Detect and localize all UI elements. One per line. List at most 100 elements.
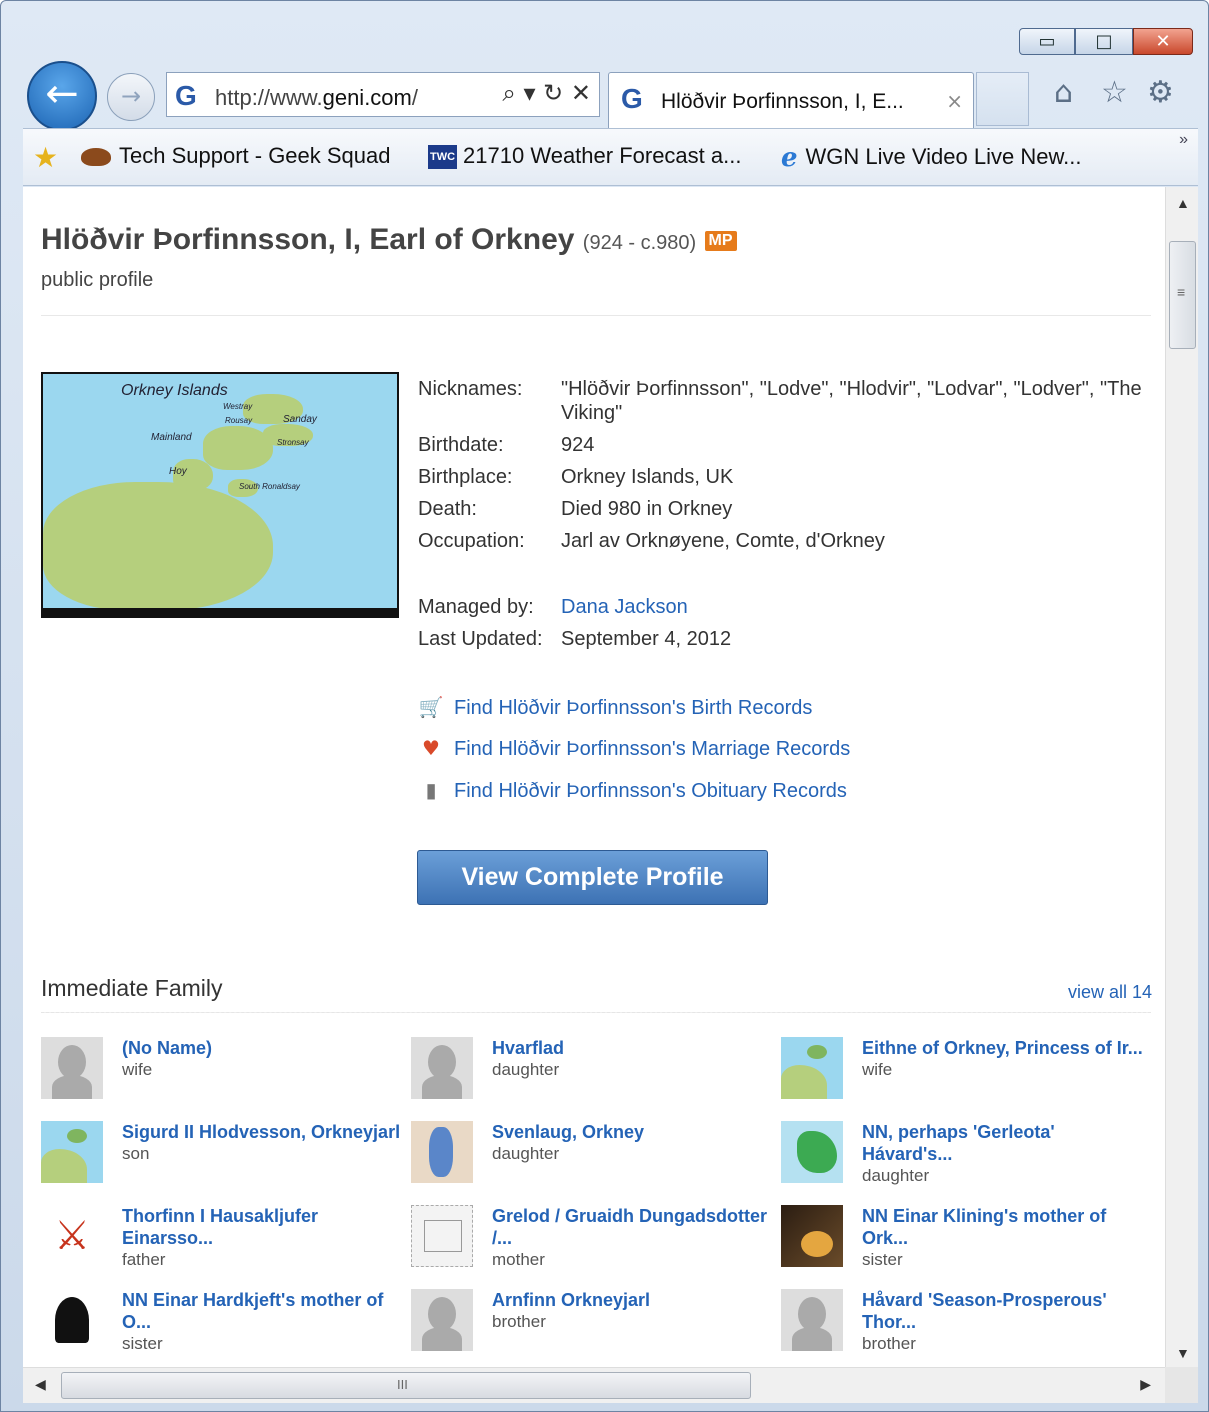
fact-key: Birthplace: <box>418 466 513 488</box>
member-name[interactable]: NN Einar Klining's mother of Ork... <box>862 1206 1106 1248</box>
fact-key: Birthdate: <box>418 434 504 456</box>
member-name[interactable]: Grelod / Gruaidh Dungadsdotter /... <box>492 1206 767 1248</box>
member-name[interactable]: Svenlaug, Orkney <box>492 1122 644 1142</box>
member-name[interactable]: Thorfinn I Hausakljufer Einarsso... <box>122 1206 318 1248</box>
page-content: Hlöðvir Þorfinnsson, I, Earl of Orkney (… <box>23 187 1165 1367</box>
avatar-silhouette[interactable] <box>411 1037 473 1099</box>
stroller-icon: 🛒 <box>418 695 444 719</box>
managed-label: Managed by: <box>418 596 534 618</box>
view-all-family-link[interactable]: view all 14 <box>1068 982 1152 1003</box>
family-member[interactable]: Arnfinn Orkneyjarl brother <box>411 1289 771 1367</box>
family-member[interactable]: Håvard 'Season-Prosperous' Thor... brothe… <box>781 1289 1141 1367</box>
avatar-silhouette[interactable] <box>41 1037 103 1099</box>
tab-close-icon[interactable]: × <box>946 89 963 113</box>
geni-favicon: G <box>175 80 197 111</box>
avatar-map[interactable] <box>781 1037 843 1099</box>
manager-link[interactable]: Dana Jackson <box>561 595 1151 619</box>
profile-photo-map[interactable]: Orkney Islands Westray Rousay Mainland S… <box>41 372 399 618</box>
scroll-corner <box>1165 1367 1198 1403</box>
settings-gear-icon[interactable]: ⚙ <box>1147 75 1174 110</box>
member-role: son <box>122 1144 150 1163</box>
member-role: brother <box>862 1334 916 1353</box>
family-member[interactable]: ⚔ Thorfinn I Hausakljufer Einarsso... fat… <box>41 1205 401 1285</box>
fact-value: Died 980 in Orkney <box>561 498 733 520</box>
avatar-silhouette[interactable] <box>411 1289 473 1351</box>
member-name[interactable]: Hvarflad <box>492 1038 564 1058</box>
vertical-scroll-thumb[interactable]: ≡ <box>1169 241 1196 349</box>
member-name[interactable]: Arnfinn Orkneyjarl <box>492 1290 650 1310</box>
fact-key: Occupation: <box>418 530 525 552</box>
avatar-silhouette[interactable] <box>781 1289 843 1351</box>
map-label: Westray <box>223 402 253 411</box>
family-member[interactable]: (No Name) wife <box>41 1037 401 1117</box>
member-role: mother <box>492 1250 545 1269</box>
obituary-records-link[interactable]: ▮ Find Hlöðvir Þorfinnsson's Obituary Rec… <box>418 778 846 803</box>
scroll-right-arrow-icon[interactable]: ▶ <box>1140 1376 1151 1393</box>
sword-icon[interactable]: ⚔ <box>41 1205 103 1267</box>
family-member[interactable]: NN Einar Klining's mother of Ork... siste… <box>781 1205 1141 1285</box>
marriage-records-link[interactable]: ♥ Find Hlöðvir Þorfinnsson's Marriage Rec… <box>418 736 850 761</box>
helmet-icon[interactable] <box>41 1289 103 1351</box>
birth-records-link[interactable]: 🛒 Find Hlöðvir Þorfinnsson's Birth Record… <box>418 695 813 720</box>
family-member[interactable]: NN Einar Hardkjeft's mother of O... siste… <box>41 1289 401 1367</box>
avatar-map[interactable] <box>411 1121 473 1183</box>
tab-title: Hlöðvir Þorfinnsson, I, E... <box>661 90 904 113</box>
favorites-star-icon[interactable]: ☆ <box>1101 75 1128 110</box>
avatar-photo[interactable] <box>781 1205 843 1267</box>
family-member[interactable]: Sigurd II Hlodvesson, Orkneyjarl son <box>41 1121 401 1201</box>
avatar-map[interactable] <box>41 1121 103 1183</box>
mp-badge[interactable]: MP <box>704 231 737 252</box>
horizontal-scroll-thumb[interactable]: III <box>61 1372 751 1399</box>
family-member[interactable]: NN, perhaps 'Gerleota' Hávard's... daught… <box>781 1121 1141 1201</box>
member-name[interactable]: Håvard 'Season-Prosperous' Thor... <box>862 1290 1107 1332</box>
avatar-map[interactable] <box>781 1121 843 1183</box>
twc-icon: TWC <box>428 145 458 170</box>
scroll-up-arrow-icon[interactable]: ▲ <box>1176 195 1190 211</box>
family-member[interactable]: Grelod / Gruaidh Dungadsdotter /... mothe… <box>411 1205 771 1285</box>
family-member[interactable]: Svenlaug, Orkney daughter <box>411 1121 771 1201</box>
favorite-geek-squad[interactable]: Tech Support - Geek Squad <box>81 143 391 169</box>
ie-page-icon: e <box>781 143 798 173</box>
horizontal-scrollbar[interactable]: ◀ III ▶ <box>23 1367 1165 1403</box>
geek-squad-icon <box>81 148 111 167</box>
add-favorites-icon[interactable]: ★ <box>33 141 58 174</box>
member-name[interactable]: (No Name) <box>122 1038 212 1058</box>
address-tools[interactable]: ⌕ ▾ ↻ ✕ <box>502 79 591 107</box>
map-label: South Ronaldsay <box>239 482 300 491</box>
forward-button[interactable]: → <box>107 73 155 121</box>
member-role: sister <box>122 1334 163 1353</box>
view-complete-profile-button[interactable]: View Complete Profile <box>417 850 768 905</box>
member-name[interactable]: Sigurd II Hlodvesson, Orkneyjarl <box>122 1122 400 1142</box>
maximize-button[interactable]: □ <box>1075 28 1133 55</box>
member-name[interactable]: NN, perhaps 'Gerleota' Hávard's... <box>862 1122 1055 1164</box>
family-heading: Immediate Family <box>41 975 223 1001</box>
favorite-wgn[interactable]: e WGN Live Video Live New... <box>781 143 1081 173</box>
family-member[interactable]: Eithne of Orkney, Princess of Ir... wife <box>781 1037 1143 1117</box>
scroll-left-arrow-icon[interactable]: ◀ <box>35 1376 46 1393</box>
favorites-more-chevron-icon[interactable]: » <box>1179 131 1188 149</box>
grip-icon: ≡ <box>1177 284 1186 300</box>
back-button[interactable]: ← <box>27 61 97 131</box>
updated-value: September 4, 2012 <box>561 628 732 650</box>
family-member[interactable]: Hvarflad daughter <box>411 1037 771 1117</box>
fact-key: Death: <box>418 498 477 520</box>
tab-active[interactable]: G Hlöðvir Þorfinnsson, I, E... × <box>608 72 974 128</box>
minimize-button[interactable]: ▭ <box>1019 28 1075 55</box>
home-icon[interactable]: ⌂ <box>1054 75 1073 110</box>
address-bar[interactable]: G http://www.geni.com/ ⌕ ▾ ↻ ✕ <box>166 72 600 117</box>
member-role: wife <box>122 1060 153 1079</box>
browser-window: ▭ □ ✕ ← → G http://www.geni.com/ ⌕ ▾ ↻ ✕… <box>0 0 1209 1412</box>
new-tab-button[interactable] <box>976 72 1029 126</box>
avatar-sketch[interactable] <box>411 1205 473 1267</box>
map-label: Sanday <box>283 414 317 425</box>
scroll-down-arrow-icon[interactable]: ▼ <box>1176 1345 1190 1361</box>
geni-tab-icon: G <box>621 83 643 114</box>
address-url[interactable]: http://www.geni.com/ <box>215 85 418 111</box>
vertical-scrollbar[interactable]: ▲ ≡ ▼ <box>1165 187 1198 1367</box>
close-window-button[interactable]: ✕ <box>1133 28 1193 55</box>
fact-value: 924 <box>561 434 595 456</box>
member-role: father <box>122 1250 166 1269</box>
member-name[interactable]: Eithne of Orkney, Princess of Ir... <box>862 1038 1143 1058</box>
favorite-weather[interactable]: TWC 21710 Weather Forecast a... <box>428 143 741 170</box>
member-name[interactable]: NN Einar Hardkjeft's mother of O... <box>122 1290 383 1332</box>
